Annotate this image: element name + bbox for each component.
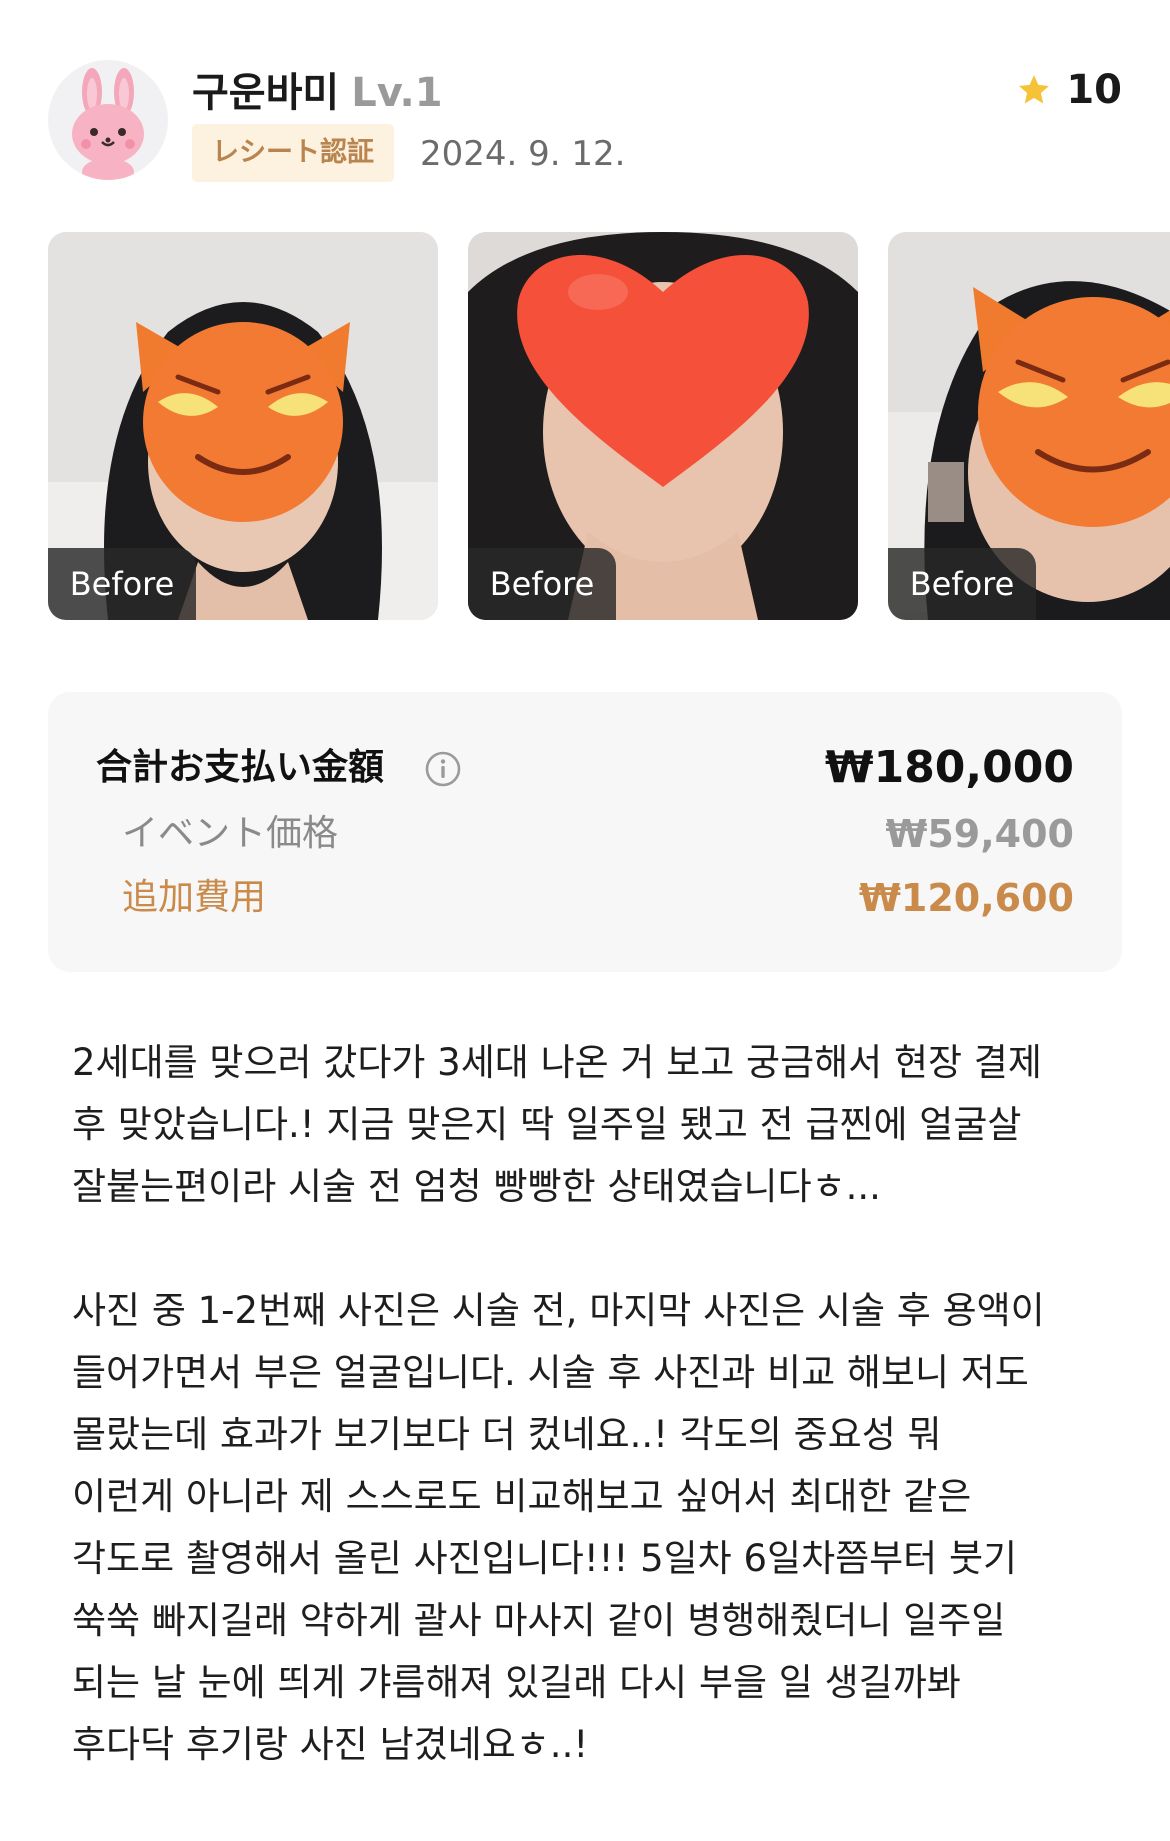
event-price-value: ₩59,400 — [885, 812, 1074, 856]
total-price-row: 合計お支払い金額 ₩180,000 — [48, 738, 1122, 798]
event-price-row: イベント価格 ₩59,400 — [48, 804, 1122, 864]
review-photo[interactable]: Before — [48, 232, 438, 620]
review-text: 2세대를 맞으러 갔다가 3세대 나온 거 보고 궁금해서 현장 결제 후 맞았… — [72, 1032, 1122, 1776]
photo-label: Before — [48, 548, 196, 620]
extra-cost-row: 追加費用 ₩120,600 — [48, 868, 1122, 928]
bunny-avatar-icon[interactable] — [48, 60, 168, 180]
info-icon[interactable] — [424, 750, 462, 788]
photo-label: Before — [468, 548, 616, 620]
rating-value: 10 — [1066, 67, 1122, 113]
review-photo[interactable]: Before — [888, 232, 1170, 620]
photo-label: Before — [888, 548, 1036, 620]
price-summary: 合計お支払い金額 ₩180,000 イベント価格 ₩59,400 追加費用 ₩1… — [48, 692, 1122, 972]
total-price-label: 合計お支払い金額 — [96, 747, 385, 788]
star-icon — [1019, 75, 1050, 104]
user-name-row: 구운바미 Lv.1 — [192, 60, 443, 116]
total-price-value: ₩180,000 — [825, 742, 1074, 793]
extra-cost-label: 追加費用 — [122, 877, 267, 918]
review-date: 2024. 9. 12. — [420, 134, 626, 174]
user-level: Lv.1 — [351, 70, 443, 116]
extra-cost-value: ₩120,600 — [859, 876, 1074, 920]
event-price-label: イベント価格 — [122, 813, 339, 854]
receipt-verified-badge: レシート認証 — [192, 124, 394, 182]
review-paragraph: 사진 중 1-2번째 사진은 시술 전, 마지막 사진은 시술 후 용액이 들어… — [72, 1289, 1045, 1766]
rating: 10 — [1016, 66, 1122, 114]
review-photo[interactable]: Before — [468, 232, 858, 620]
review-paragraph: 2세대를 맞으러 갔다가 3세대 나온 거 보고 궁금해서 현장 결제 후 맞았… — [72, 1041, 1042, 1208]
review-header: 구운바미 Lv.1 レシート認証 2024. 9. 12. 10 — [48, 60, 1122, 184]
photo-carousel[interactable]: Before Before Before — [48, 232, 1170, 620]
user-name[interactable]: 구운바미 — [192, 60, 339, 118]
